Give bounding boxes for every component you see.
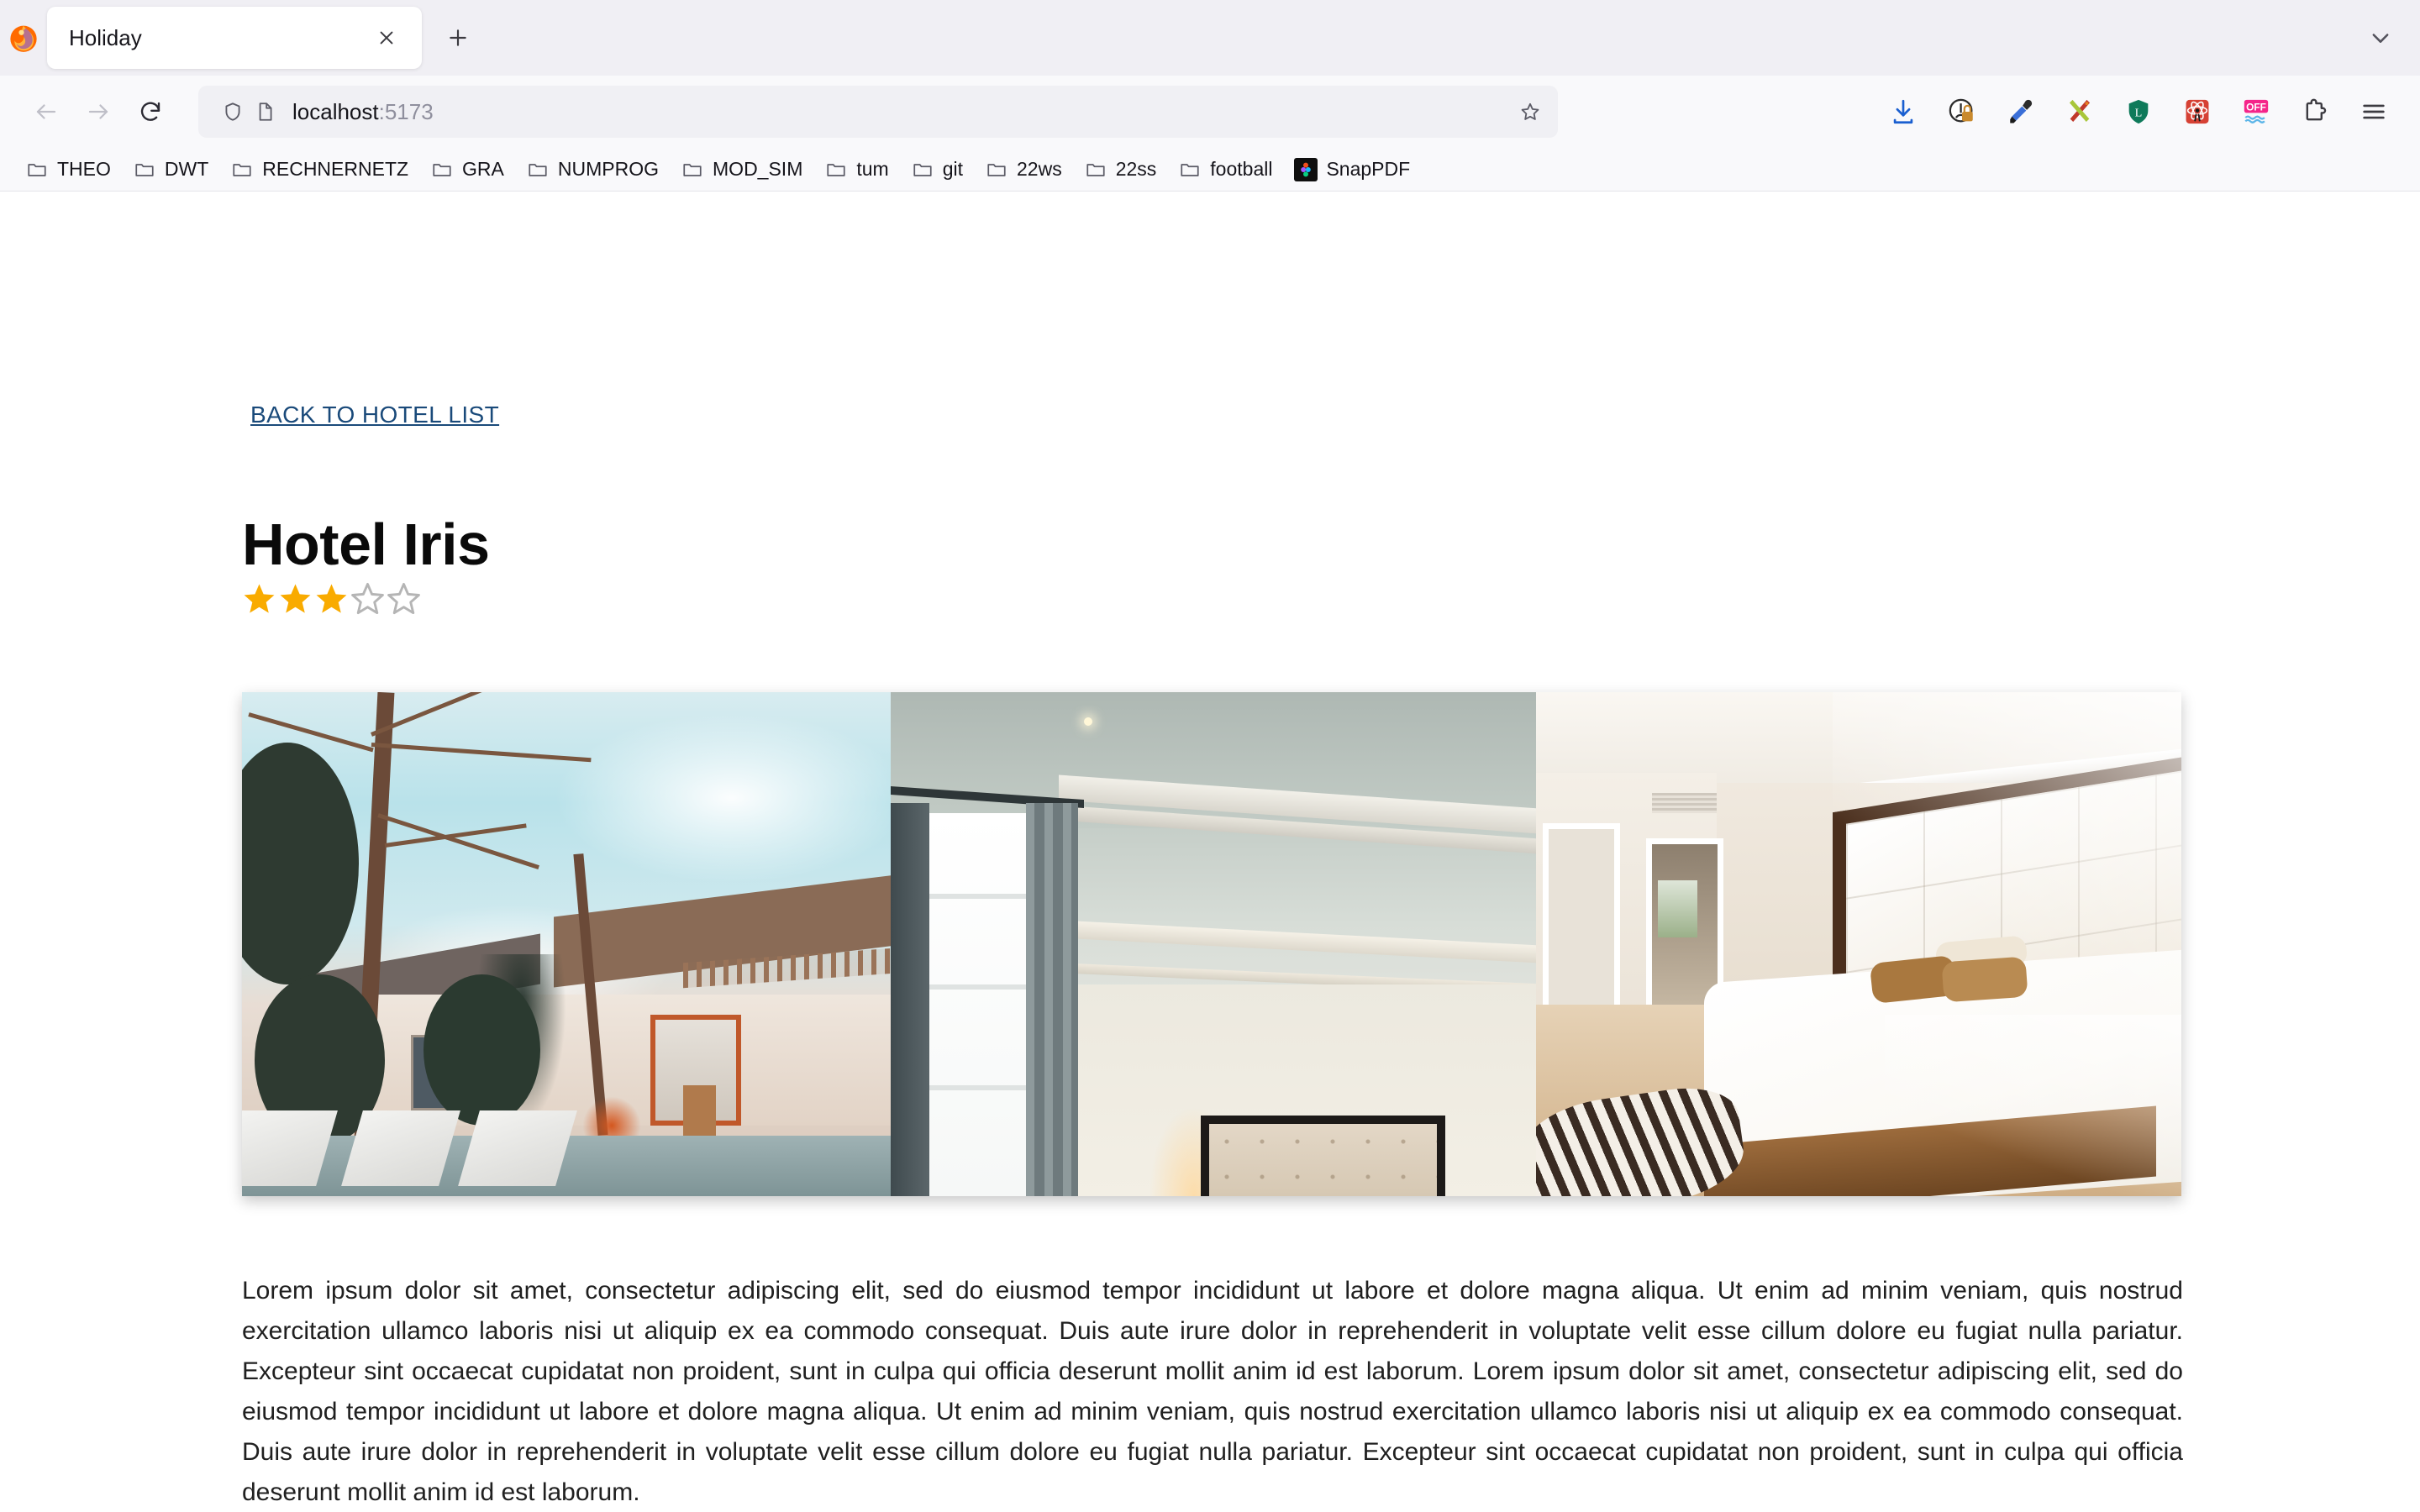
svg-text:OFF: OFF: [2246, 102, 2266, 113]
bookmark-item[interactable]: 22ws: [978, 153, 1072, 186]
keepa-icon[interactable]: [1933, 85, 1991, 139]
star-filled-icon: [244, 584, 275, 613]
new-tab-icon[interactable]: [434, 13, 482, 62]
bookmark-item[interactable]: MOD_SIM: [674, 153, 813, 186]
navigation-toolbar: localhost:5173 L OFF: [0, 76, 2420, 148]
folder-icon: [25, 158, 49, 181]
bookmark-label: MOD_SIM: [713, 158, 803, 180]
bookmark-item[interactable]: tum: [818, 153, 898, 186]
reload-icon[interactable]: [124, 86, 176, 138]
hotel-description: Lorem ipsum dolor sit amet, consectetur …: [242, 1277, 2183, 1506]
extension-toolbar: L OFF: [1874, 85, 2403, 139]
bookmark-label: 22ss: [1115, 158, 1157, 180]
bookmark-item[interactable]: football: [1171, 153, 1282, 186]
app-menu-icon[interactable]: [2344, 85, 2403, 139]
extensions-icon[interactable]: [2286, 85, 2344, 139]
url-host: localhost: [292, 98, 379, 124]
bookmark-item[interactable]: DWT: [126, 153, 218, 186]
page-content: BACK TO HOTEL LIST Hotel Iris Lorem ipsu…: [0, 192, 2420, 1510]
bookmark-label: SnapPDF: [1326, 158, 1411, 180]
lastpass-shield-icon[interactable]: L: [2109, 85, 2168, 139]
tab-strip: Holiday: [0, 0, 2420, 76]
bookmark-item[interactable]: 22ss: [1077, 153, 1167, 186]
bookmark-item[interactable]: SnapPDF: [1287, 153, 1420, 186]
bookmark-item[interactable]: THEO: [18, 153, 121, 186]
star-filled-icon: [280, 584, 311, 613]
folder-icon: [1178, 158, 1202, 181]
back-to-hotel-list-link[interactable]: BACK TO HOTEL LIST: [250, 402, 499, 428]
bookmark-label: RECHNERNETZ: [262, 158, 409, 180]
bookmark-label: GRA: [462, 158, 504, 180]
folder-icon: [526, 158, 550, 181]
bookmark-label: tum: [856, 158, 889, 180]
svg-text:L: L: [2135, 107, 2143, 120]
react-devtools-icon[interactable]: [2168, 85, 2227, 139]
folder-icon: [824, 158, 848, 181]
bookmark-item[interactable]: GRA: [424, 153, 514, 186]
back-arrow-icon[interactable]: [20, 86, 72, 138]
snappdf-icon: [1294, 157, 1318, 181]
hotel-courtyard-pool-photo[interactable]: [242, 692, 891, 1196]
bookmark-label: football: [1210, 158, 1273, 180]
bookmark-star-icon[interactable]: [1514, 96, 1546, 128]
folder-icon: [985, 158, 1008, 181]
url-text: localhost:5173: [292, 99, 1514, 125]
eyedropper-icon[interactable]: [1991, 85, 2050, 139]
star-rating: [242, 581, 421, 616]
forward-arrow-icon[interactable]: [72, 86, 124, 138]
bookmark-item[interactable]: NUMPROG: [519, 153, 669, 186]
url-port: :5173: [378, 98, 434, 124]
tab-title: Holiday: [69, 24, 142, 50]
bookmark-label: 22ws: [1017, 158, 1062, 180]
folder-icon: [230, 158, 254, 181]
firefox-logo-icon: [0, 0, 47, 76]
chevron-down-icon[interactable]: [2356, 13, 2405, 62]
bookmark-label: NUMPROG: [557, 158, 660, 180]
bookmark-label: THEO: [57, 158, 111, 180]
close-icon[interactable]: [368, 19, 405, 56]
off-badge-icon[interactable]: OFF: [2227, 85, 2286, 139]
page-info-icon[interactable]: [249, 96, 281, 128]
browser-tab[interactable]: Holiday: [47, 7, 422, 69]
url-bar[interactable]: localhost:5173: [198, 86, 1558, 138]
star-filled-icon: [316, 584, 347, 613]
page-title: Hotel Iris: [242, 512, 490, 577]
downloads-icon[interactable]: [1874, 85, 1933, 139]
bookmark-label: git: [942, 158, 963, 180]
folder-icon: [911, 158, 934, 181]
folder-icon: [430, 158, 454, 181]
folder-icon: [681, 158, 704, 181]
x-marker-icon[interactable]: [2050, 85, 2109, 139]
browser-window: Holiday localhost:5173 L OFF THEO DWT RE…: [0, 0, 2420, 1512]
bookmark-label: DWT: [164, 158, 209, 180]
shield-icon[interactable]: [217, 96, 249, 128]
bedroom-window-molding-photo[interactable]: [891, 692, 1536, 1196]
star-empty-icon: [351, 582, 384, 615]
bookmark-item[interactable]: git: [904, 153, 973, 186]
bright-bedroom-photo[interactable]: [1536, 692, 2181, 1196]
folder-icon: [1084, 158, 1107, 181]
bookmark-item[interactable]: RECHNERNETZ: [224, 153, 418, 186]
image-gallery: [242, 692, 2181, 1196]
star-empty-icon: [387, 582, 420, 615]
folder-icon: [133, 158, 156, 181]
bookmarks-bar: THEO DWT RECHNERNETZ GRA NUMPROG MOD_SIM…: [0, 148, 2420, 192]
